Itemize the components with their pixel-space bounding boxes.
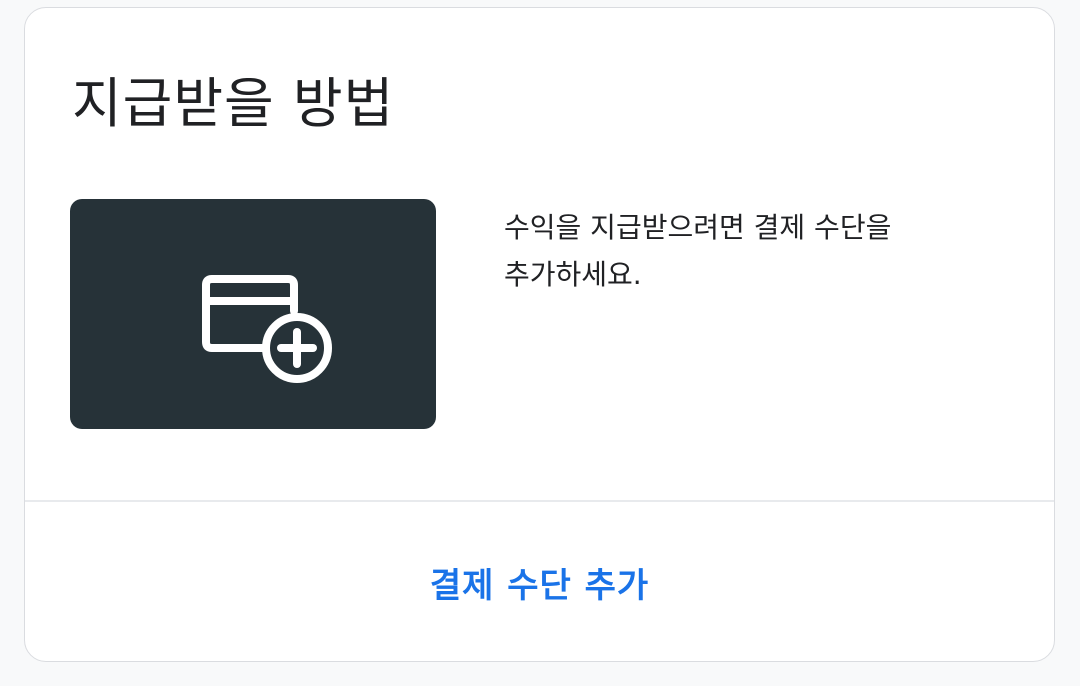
card-description: 수익을 지급받으려면 결제 수단을 추가하세요. <box>504 211 892 291</box>
add-payment-method-button[interactable]: 결제 수단 추가 <box>25 502 1054 661</box>
add-card-icon <box>202 275 332 383</box>
payment-method-illustration <box>70 199 436 429</box>
payout-method-card: 지급받을 방법 수익을 지급받으려면 결제 수단을 추가하세요. 결제 수단 추… <box>24 7 1055 662</box>
card-title: 지급받을 방법 <box>72 72 395 135</box>
